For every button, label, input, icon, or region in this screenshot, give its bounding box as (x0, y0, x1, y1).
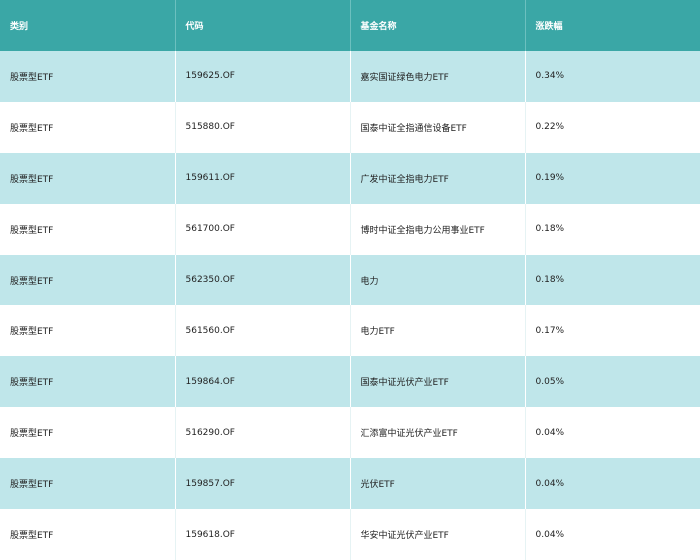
cell-category: 股票型ETF (0, 458, 176, 510)
cell-code: 159857.OF (175, 458, 351, 510)
cell-change: 0.04% (525, 458, 700, 510)
cell-fund-name: 广发中证全指电力ETF (350, 152, 526, 204)
cell-code: 159864.OF (175, 356, 351, 408)
header-row: 类别 代码 基金名称 涨跌幅 (0, 0, 700, 51)
header-change[interactable]: 涨跌幅 (525, 0, 700, 51)
cell-category: 股票型ETF (0, 101, 176, 153)
header-code[interactable]: 代码 (175, 0, 351, 51)
cell-change: 0.19% (525, 152, 700, 204)
cell-code: 159611.OF (175, 152, 351, 204)
table-row[interactable]: 股票型ETF 516290.OF 汇添富中证光伏产业ETF 0.04% (0, 407, 700, 459)
cell-change: 0.34% (525, 51, 700, 102)
cell-change: 0.22% (525, 101, 700, 153)
cell-fund-name: 国泰中证光伏产业ETF (350, 356, 526, 408)
cell-fund-name: 博时中证全指电力公用事业ETF (350, 203, 526, 255)
cell-category: 股票型ETF (0, 305, 176, 357)
cell-code: 515880.OF (175, 101, 351, 153)
cell-category: 股票型ETF (0, 203, 176, 255)
table-row[interactable]: 股票型ETF 515880.OF 国泰中证全指通信设备ETF 0.22% (0, 101, 700, 153)
cell-code: 159618.OF (175, 509, 351, 560)
cell-category: 股票型ETF (0, 509, 176, 560)
cell-code: 561700.OF (175, 203, 351, 255)
cell-fund-name: 电力ETF (350, 305, 526, 357)
cell-code: 159625.OF (175, 51, 351, 102)
cell-category: 股票型ETF (0, 407, 176, 459)
table-row[interactable]: 股票型ETF 562350.OF 电力 0.18% (0, 254, 700, 306)
cell-category: 股票型ETF (0, 254, 176, 306)
header-fund-name[interactable]: 基金名称 (350, 0, 526, 51)
cell-fund-name: 国泰中证全指通信设备ETF (350, 101, 526, 153)
table-row[interactable]: 股票型ETF 159618.OF 华安中证光伏产业ETF 0.04% (0, 509, 700, 560)
cell-code: 516290.OF (175, 407, 351, 459)
header-category[interactable]: 类别 (0, 0, 176, 51)
table-row[interactable]: 股票型ETF 561560.OF 电力ETF 0.17% (0, 305, 700, 357)
table-body: 股票型ETF 159625.OF 嘉实国证绿色电力ETF 0.34% 股票型ET… (0, 51, 700, 560)
cell-fund-name: 电力 (350, 254, 526, 306)
table-row[interactable]: 股票型ETF 159857.OF 光伏ETF 0.04% (0, 458, 700, 510)
cell-fund-name: 嘉实国证绿色电力ETF (350, 51, 526, 102)
table-row[interactable]: 股票型ETF 159864.OF 国泰中证光伏产业ETF 0.05% (0, 356, 700, 408)
cell-fund-name: 汇添富中证光伏产业ETF (350, 407, 526, 459)
cell-category: 股票型ETF (0, 356, 176, 408)
cell-change: 0.05% (525, 356, 700, 408)
cell-category: 股票型ETF (0, 51, 176, 102)
table-row[interactable]: 股票型ETF 159611.OF 广发中证全指电力ETF 0.19% (0, 152, 700, 204)
table-row[interactable]: 股票型ETF 561700.OF 博时中证全指电力公用事业ETF 0.18% (0, 203, 700, 255)
cell-change: 0.18% (525, 203, 700, 255)
cell-change: 0.18% (525, 254, 700, 306)
table-header: 类别 代码 基金名称 涨跌幅 (0, 0, 700, 51)
cell-fund-name: 光伏ETF (350, 458, 526, 510)
fund-table: 类别 代码 基金名称 涨跌幅 股票型ETF 159625.OF 嘉实国证绿色电力… (0, 0, 700, 560)
cell-change: 0.17% (525, 305, 700, 357)
cell-change: 0.04% (525, 407, 700, 459)
cell-code: 561560.OF (175, 305, 351, 357)
table-row[interactable]: 股票型ETF 159625.OF 嘉实国证绿色电力ETF 0.34% (0, 51, 700, 102)
cell-change: 0.04% (525, 509, 700, 560)
cell-code: 562350.OF (175, 254, 351, 306)
cell-fund-name: 华安中证光伏产业ETF (350, 509, 526, 560)
cell-category: 股票型ETF (0, 152, 176, 204)
